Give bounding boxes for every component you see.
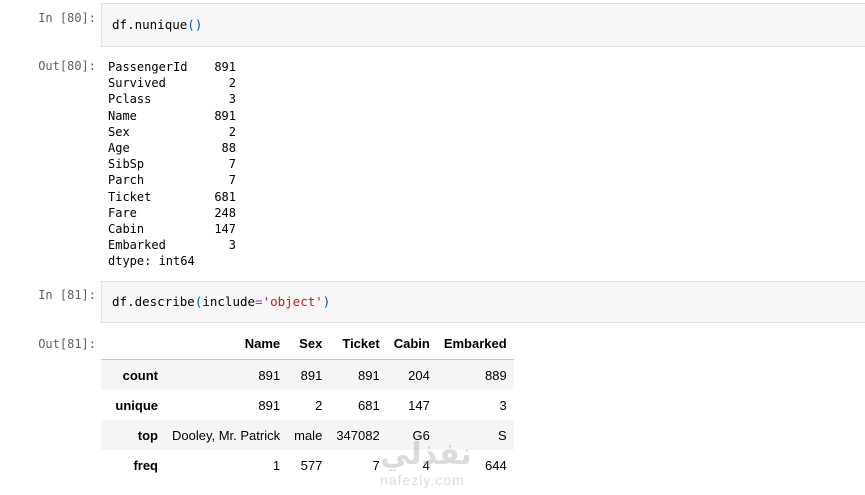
table-cell: 891	[300, 367, 323, 383]
code-object: df	[112, 17, 128, 32]
code-rparen: )	[194, 17, 203, 32]
series-value: 248	[214, 205, 236, 220]
column-header: Name	[165, 328, 288, 360]
series-value: 3	[228, 238, 236, 253]
series-value: 891	[214, 60, 236, 74]
series-row: Pclass 3	[108, 91, 236, 107]
input-prompt-80: In [80]:	[38, 11, 96, 25]
row-index: freq	[133, 457, 158, 473]
table-cell: 889	[485, 367, 507, 383]
code-string: 'object'	[262, 294, 323, 309]
code-object: df	[112, 294, 128, 309]
series-row: Ticket 681	[108, 189, 236, 205]
series-row: Cabin 147	[108, 221, 236, 237]
series-row: PassengerId 891	[108, 59, 236, 75]
table-row: unique 891 2 681 147 3	[101, 390, 514, 420]
input-prompt-81: In [81]:	[38, 288, 96, 302]
table-cell: 347082	[336, 427, 380, 443]
code-equals: =	[255, 294, 263, 309]
table-cell: male	[294, 427, 323, 443]
table-cell: 7	[372, 457, 380, 473]
column-header: Ticket	[329, 328, 387, 360]
table-row: count 891 891 891 204 889	[101, 359, 514, 390]
table-cell: 891	[258, 367, 281, 383]
row-index: top	[137, 427, 158, 443]
series-key: Sex	[108, 124, 130, 139]
nunique-output: PassengerId 891 Survived 2 Pclass 3 Name 891 Sex…	[108, 59, 236, 269]
table-cell: 577	[300, 457, 323, 473]
series-value: 88	[221, 140, 236, 155]
code-lparen: (	[187, 17, 195, 32]
series-row: Survived 2	[108, 75, 236, 91]
output-prompt-80: Out[80]:	[38, 59, 96, 73]
table-cell: G6	[412, 427, 430, 443]
series-key: SibSp	[108, 157, 145, 172]
series-row: Sex 2	[108, 124, 236, 140]
series-value: 2	[228, 124, 236, 139]
table-cell: 2	[315, 397, 323, 413]
series-row: Name 891	[108, 108, 236, 124]
series-key: Embarked	[108, 238, 166, 253]
row-index: unique	[115, 397, 158, 413]
series-key: PassengerId	[108, 60, 188, 74]
series-key: Cabin	[108, 221, 145, 236]
describe-table: Name Sex Ticket Cabin Embarked count 891…	[101, 328, 514, 480]
column-header: Embarked	[436, 328, 514, 360]
series-key: Survived	[108, 76, 166, 91]
table-cell: 3	[499, 397, 507, 413]
code-rparen: )	[322, 294, 331, 309]
series-row: Fare 248	[108, 205, 236, 221]
series-row: SibSp 7	[108, 156, 236, 172]
series-key: Parch	[108, 173, 145, 188]
series-key: Age	[108, 140, 130, 155]
series-rows: PassengerId 891 Survived 2 Pclass 3 Name 891 Sex…	[108, 59, 236, 253]
table-header-row: Name Sex Ticket Cabin Embarked	[101, 328, 514, 360]
table-cell: 644	[485, 457, 507, 473]
column-header: Cabin	[386, 328, 437, 360]
table-cell: 204	[408, 367, 430, 383]
code-cell-81[interactable]: df.describe(include='object')	[101, 281, 865, 323]
series-key: Pclass	[108, 92, 152, 107]
series-value: 7	[228, 173, 236, 188]
table-cell: 891	[258, 397, 281, 413]
table-cell: 147	[408, 397, 430, 413]
table-cell: 1	[272, 457, 281, 473]
series-key: Name	[108, 108, 137, 123]
series-row: Age 88	[108, 140, 236, 156]
series-key: Fare	[108, 205, 137, 220]
code-kwarg: include	[202, 294, 256, 309]
table-cell: 891	[358, 367, 380, 383]
dtype-line: dtype: int64	[108, 254, 195, 269]
code-method: nunique	[134, 17, 188, 32]
series-value: 681	[214, 189, 236, 204]
series-value: 891	[214, 108, 236, 123]
series-row: Parch 7	[108, 172, 236, 188]
code-dot: .	[127, 294, 135, 309]
output-prompt-81: Out[81]:	[38, 337, 96, 351]
series-row: Embarked 3	[108, 237, 236, 253]
table-cell: Dooley, Mr. Patrick	[172, 427, 281, 443]
series-value: 7	[228, 157, 236, 172]
table-cell: 4	[422, 457, 430, 473]
code-dot: .	[127, 17, 135, 32]
series-key: Ticket	[108, 189, 152, 204]
index-header	[101, 328, 165, 360]
table-row: freq 1 577 7 4 644	[101, 450, 514, 480]
code-method: describe	[134, 294, 195, 309]
code-cell-80[interactable]: df.nunique()	[101, 3, 865, 47]
row-index: count	[122, 367, 158, 383]
table-cell: S	[498, 427, 507, 443]
series-value: 147	[214, 221, 236, 236]
series-value: 2	[228, 76, 236, 91]
series-value: 3	[228, 92, 236, 107]
column-header: Sex	[287, 328, 330, 360]
table-cell: 681	[358, 397, 380, 413]
table-row: top Dooley, Mr. Patrick male 347082 G6 S	[101, 420, 514, 450]
